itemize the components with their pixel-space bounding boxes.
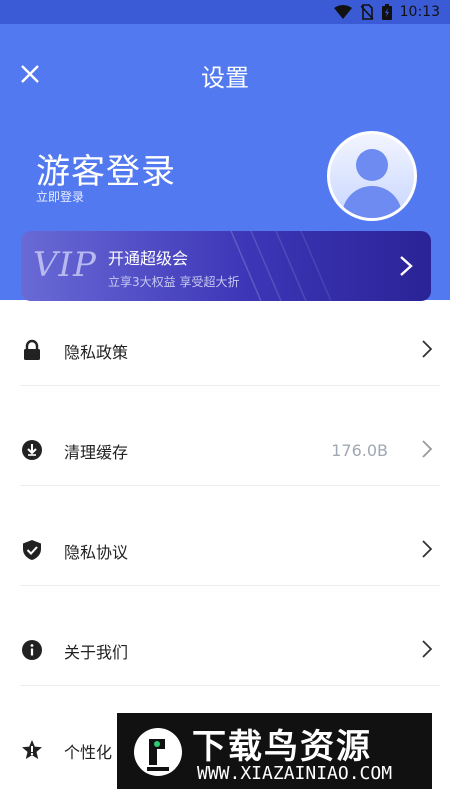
menu-item-label: 个性化 [64, 743, 113, 762]
menu-item-privacy-policy[interactable]: 隐私政策 [0, 300, 450, 400]
vip-badge: VIP [33, 245, 97, 285]
download-circle-icon [22, 440, 42, 460]
vip-banner[interactable]: VIP 开通超级会 立享3大权益 享受超大折 [21, 231, 431, 301]
divider [20, 685, 440, 686]
menu-item-label: 关于我们 [64, 643, 129, 662]
cache-size-value: 176.0B [331, 441, 388, 460]
vip-decoration [230, 231, 332, 301]
info-icon [22, 640, 42, 660]
watermark-title: 下载鸟资源 [192, 727, 372, 767]
avatar[interactable] [327, 131, 417, 221]
no-sim-icon [360, 4, 374, 20]
divider [20, 385, 440, 386]
status-bar: 10:13 [0, 0, 450, 24]
chevron-right-icon [400, 256, 413, 276]
chevron-right-icon [422, 440, 432, 458]
guest-login-title[interactable]: 游客登录 [36, 144, 176, 193]
menu-item-clear-cache[interactable]: 清理缓存 176.0B [0, 400, 450, 500]
vip-subtitle: 立享3大权益 享受超大折 [108, 275, 240, 289]
shield-check-icon [23, 540, 41, 560]
status-time: 10:13 [399, 4, 440, 20]
chevron-right-icon [422, 640, 432, 658]
vip-title: 开通超级会 [108, 249, 189, 268]
settings-header: 设置 游客登录 立即登录 VIP 开通超级会 立享3大权益 享受超大折 [0, 24, 450, 301]
wifi-icon [333, 5, 352, 19]
divider [20, 485, 440, 486]
menu-item-label: 清理缓存 [64, 443, 129, 462]
page-title: 设置 [201, 64, 249, 92]
divider [20, 585, 440, 586]
bird-logo-icon [134, 728, 182, 776]
avatar-body-shape [342, 186, 402, 218]
watermark: 下载鸟资源 WWW.XIAZAINIAO.COM [117, 713, 432, 789]
login-now-link[interactable]: 立即登录 [36, 188, 84, 205]
star-alert-icon [22, 740, 42, 759]
menu-item-label: 隐私协议 [64, 543, 129, 562]
lock-icon [24, 339, 40, 360]
menu-item-label: 隐私政策 [64, 343, 129, 362]
menu-item-privacy-agreement[interactable]: 隐私协议 [0, 500, 450, 600]
menu-item-about-us[interactable]: 关于我们 [0, 600, 450, 700]
chevron-right-icon [422, 340, 432, 358]
avatar-head-shape [356, 149, 388, 181]
battery-icon [381, 4, 392, 20]
watermark-url: WWW.XIAZAINIAO.COM [197, 763, 393, 784]
chevron-right-icon [422, 540, 432, 558]
